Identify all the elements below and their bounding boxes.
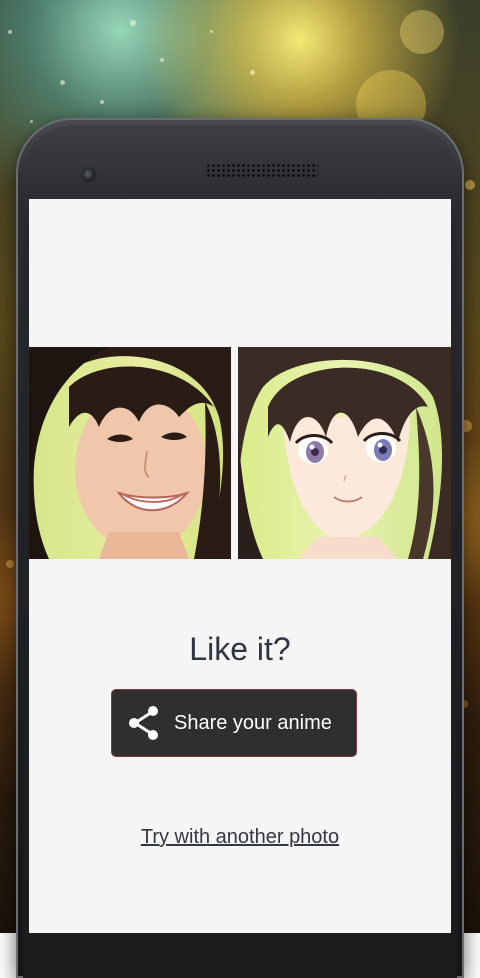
earpiece-speaker [206,163,318,177]
like-it-heading: Like it? [189,631,291,667]
anime-photo [238,347,451,559]
share-button-label: Share your anime [174,711,332,734]
app-screen: Like it? Share your anime Try with anoth… [29,199,451,933]
original-photo-image [29,347,231,559]
original-photo [29,347,231,559]
front-camera-icon [83,169,95,181]
share-icon [126,705,162,741]
try-another-photo-link[interactable]: Try with another photo [29,826,451,849]
anime-photo-image [238,347,451,559]
share-anime-button[interactable]: Share your anime [112,690,356,756]
